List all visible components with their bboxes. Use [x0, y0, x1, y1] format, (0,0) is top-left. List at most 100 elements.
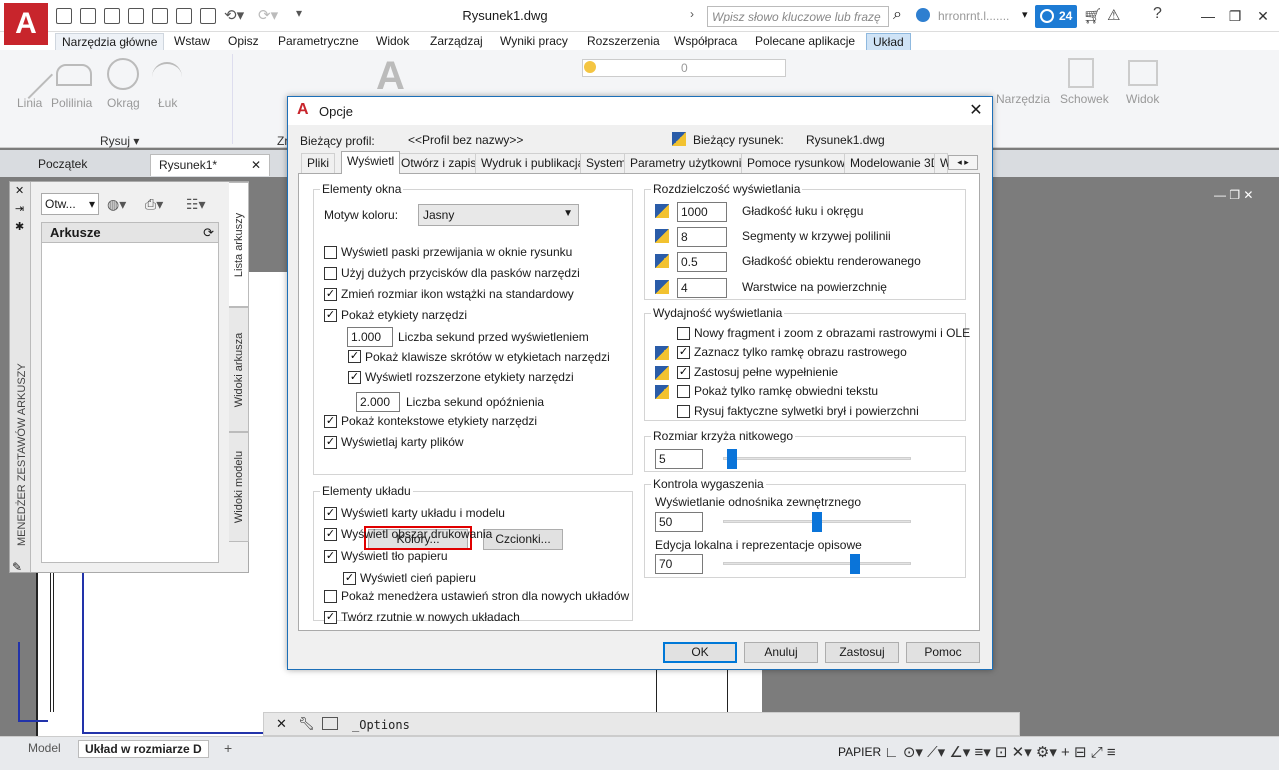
- tab-3d-modeling[interactable]: Modelowanie 3D: [844, 153, 946, 173]
- tab-sheet-list[interactable]: Lista arkuszy: [229, 182, 249, 307]
- delay-seconds-input[interactable]: 2.000: [356, 392, 400, 412]
- search-input[interactable]: Wpisz słowo kluczowe lub frazę: [707, 6, 889, 27]
- ribbon-tab-layout[interactable]: Układ: [866, 33, 911, 51]
- color-theme-select[interactable]: Jasny ▼: [418, 204, 579, 226]
- sheet-set-combo[interactable]: Otw... ▾: [41, 193, 99, 215]
- layer-combo[interactable]: 0: [582, 59, 786, 77]
- ribbon-tab-manage[interactable]: Zarządzaj: [424, 33, 489, 51]
- clipboard-icon[interactable]: [1068, 58, 1094, 88]
- save-icon[interactable]: [104, 8, 120, 24]
- tab-drafting[interactable]: Pomoce rysunkowe: [741, 153, 858, 173]
- crosshair-slider-thumb[interactable]: [727, 449, 738, 469]
- shortcut-keys-checkbox[interactable]: ✓: [348, 350, 361, 363]
- cart-icon[interactable]: 🛒︎: [1083, 7, 1102, 25]
- status-tools-icon[interactable]: ∟ ⊙▾ ⟋▾ ∠▾ ≡▾ ⊡ ✕▾ ⚙▾ + ⊟ ⤢ ≡: [884, 743, 1116, 761]
- draw-panel-title[interactable]: Rysuj ▾: [100, 134, 139, 148]
- tab-display[interactable]: Wyświetl: [341, 151, 401, 174]
- extended-tooltips-checkbox[interactable]: ✓: [348, 371, 361, 384]
- paper-shadow-checkbox[interactable]: ✓: [343, 572, 356, 585]
- undo-icon[interactable]: ⟲▾: [224, 6, 244, 24]
- ribbon-tab-insert[interactable]: Wstaw: [168, 33, 216, 51]
- silhouettes-checkbox[interactable]: [677, 405, 690, 418]
- layout-model-tabs-checkbox[interactable]: ✓: [324, 507, 337, 520]
- doc-tab-start[interactable]: Początek: [30, 154, 95, 176]
- page-setup-manager-checkbox[interactable]: [324, 590, 337, 603]
- circle-icon[interactable]: [107, 58, 139, 90]
- inplace-slider-track[interactable]: [723, 562, 911, 565]
- close-icon[interactable]: ✕: [1252, 6, 1274, 26]
- create-viewport-checkbox[interactable]: ✓: [324, 611, 337, 624]
- command-line[interactable]: ✕ 🔧︎ _Options: [263, 712, 1020, 736]
- tooltip-seconds-input[interactable]: 1.000: [347, 327, 393, 347]
- tab-scroll-arrows[interactable]: ◂ ▸: [948, 155, 978, 170]
- circle-tool[interactable]: Okrąg: [107, 96, 140, 110]
- layout-tab[interactable]: Układ w rozmiarze D: [78, 740, 209, 758]
- ribbon-tab-annotate[interactable]: Opisz: [222, 33, 265, 51]
- crosshair-size-input[interactable]: 5: [655, 449, 703, 469]
- doc-tab-drawing1[interactable]: Rysunek1* ✕: [150, 154, 270, 176]
- file-tabs-checkbox[interactable]: ✓: [324, 436, 337, 449]
- user-dropdown-icon[interactable]: ▾: [1022, 8, 1028, 21]
- save-as-icon[interactable]: [128, 8, 144, 24]
- plot-icon[interactable]: ⎙▾: [145, 196, 163, 213]
- close-command-icon[interactable]: ✕: [276, 716, 287, 732]
- paper-background-checkbox[interactable]: ✓: [324, 550, 337, 563]
- clipboard-panel[interactable]: Schowek: [1060, 92, 1109, 106]
- tab-model-views[interactable]: Widoki modelu: [229, 432, 249, 542]
- restore-icon[interactable]: ❐: [1224, 6, 1246, 26]
- resize-ribbon-icons-checkbox[interactable]: ✓: [324, 288, 337, 301]
- ribbon-tab-collaborate[interactable]: Współpraca: [668, 33, 743, 51]
- inplace-fade-input[interactable]: 70: [655, 554, 703, 574]
- minimize-icon[interactable]: —: [1197, 6, 1219, 26]
- refresh-icon[interactable]: ⟳: [203, 225, 214, 241]
- raster-frame-checkbox[interactable]: ✓: [677, 346, 690, 359]
- arc-icon[interactable]: [152, 62, 182, 92]
- solid-fill-checkbox[interactable]: ✓: [677, 366, 690, 379]
- arc-tool[interactable]: Łuk: [158, 96, 177, 110]
- line-icon[interactable]: [4, 50, 54, 100]
- chevron-right-icon[interactable]: ›: [690, 7, 694, 21]
- xref-fade-input[interactable]: 50: [655, 512, 703, 532]
- quick-access-menu-icon[interactable]: ▾: [296, 6, 302, 20]
- cloud-save-icon[interactable]: [152, 8, 168, 24]
- view-panel[interactable]: Widok: [1126, 92, 1159, 106]
- exchange-icon[interactable]: ⚠︎: [1107, 6, 1120, 24]
- search-icon[interactable]: ⌕: [893, 6, 902, 24]
- model-tab[interactable]: Model: [22, 740, 67, 758]
- rollover-tooltips-checkbox[interactable]: ✓: [324, 415, 337, 428]
- ribbon-tab-addins[interactable]: Rozszerzenia: [581, 33, 666, 51]
- print-icon[interactable]: [200, 8, 216, 24]
- help-button[interactable]: Pomoc: [906, 642, 980, 663]
- tab-more[interactable]: W: [934, 153, 951, 173]
- large-buttons-checkbox[interactable]: [324, 267, 337, 280]
- text-icon[interactable]: A: [376, 54, 405, 99]
- user-name[interactable]: hrronrnt.l.......: [938, 9, 1009, 23]
- command-text[interactable]: _Options: [352, 718, 410, 732]
- utilities-panel[interactable]: Narzędzia: [996, 92, 1050, 106]
- upload-icon[interactable]: [176, 8, 192, 24]
- sheet-list-icon[interactable]: ☷▾: [186, 196, 206, 213]
- tooltips-checkbox[interactable]: ✓: [324, 309, 337, 322]
- viewport-controls-icon[interactable]: — ❐ ✕: [1214, 188, 1253, 202]
- xref-slider-thumb[interactable]: [812, 512, 822, 532]
- user-icon[interactable]: [916, 8, 930, 22]
- open-file-icon[interactable]: [80, 8, 96, 24]
- close-icon[interactable]: ✕: [964, 100, 988, 122]
- polyline-segments-input[interactable]: 8: [677, 227, 727, 247]
- cancel-button[interactable]: Anuluj: [744, 642, 818, 663]
- ribbon-tab-featured-apps[interactable]: Polecane aplikacje: [749, 33, 861, 51]
- close-palette-icon[interactable]: ✕: [15, 184, 24, 197]
- tab-files[interactable]: Pliki: [301, 153, 336, 173]
- crosshair-slider-track[interactable]: [723, 457, 911, 460]
- text-frame-checkbox[interactable]: [677, 385, 690, 398]
- scrollbars-checkbox[interactable]: [324, 246, 337, 259]
- apply-button[interactable]: Zastosuj: [825, 642, 899, 663]
- add-layout-icon[interactable]: +: [224, 740, 232, 756]
- tab-sheet-views[interactable]: Widoki arkusza: [229, 307, 249, 432]
- view-icon[interactable]: [1128, 60, 1158, 86]
- inplace-slider-thumb[interactable]: [849, 554, 860, 574]
- arc-smoothness-input[interactable]: 1000: [677, 202, 727, 222]
- ribbon-tab-view[interactable]: Widok: [370, 33, 415, 51]
- autohide-icon[interactable]: ⇥: [15, 202, 24, 215]
- raster-ole-checkbox[interactable]: [677, 327, 690, 340]
